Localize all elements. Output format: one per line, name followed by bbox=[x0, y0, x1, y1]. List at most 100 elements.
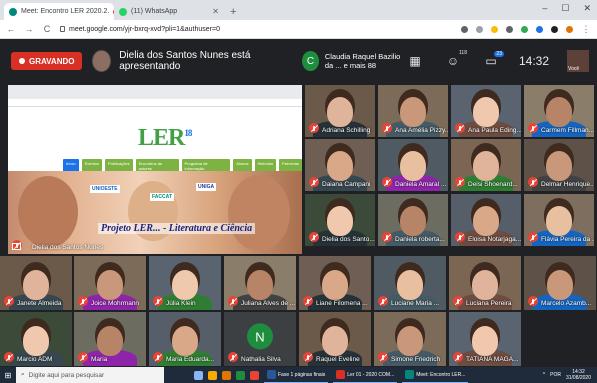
star-icon[interactable] bbox=[491, 25, 498, 33]
owner-avatar: C bbox=[302, 51, 319, 71]
participant-tile[interactable]: Deisi Shoenard... bbox=[451, 139, 521, 191]
extension-icon[interactable] bbox=[536, 25, 543, 33]
initial-avatar: N bbox=[247, 323, 273, 350]
camera-icon[interactable] bbox=[461, 25, 468, 33]
person-head bbox=[247, 270, 273, 300]
participant-name: Carmem Fillman... bbox=[541, 127, 594, 134]
tray-chevron-icon[interactable]: ^ bbox=[543, 372, 545, 378]
participant-tile[interactable]: Daniela roberta... bbox=[378, 194, 448, 246]
participant-tile[interactable]: Joice Mohrmann bbox=[74, 256, 146, 310]
participant-name: TATIANA MAGA... bbox=[466, 356, 519, 363]
new-tab-button[interactable]: + bbox=[230, 3, 236, 20]
mic-off-icon bbox=[4, 296, 14, 306]
screen-share-icon bbox=[12, 243, 21, 250]
participant-tile[interactable]: Eloisa Notarjaga... bbox=[451, 194, 521, 246]
participant-tile[interactable]: Luciane Maria ... bbox=[374, 256, 446, 310]
app-icon[interactable] bbox=[222, 370, 231, 380]
participant-tile[interactable]: Marcio ADM bbox=[0, 312, 72, 366]
participant-tile[interactable]: Ana Amélia Pizzy... bbox=[378, 85, 448, 137]
participant-tile[interactable]: Delmar Henrique... bbox=[524, 139, 594, 191]
file-explorer-icon[interactable] bbox=[208, 370, 217, 380]
window-controls: – ☐ ✕ bbox=[542, 3, 591, 14]
windows-start-icon[interactable]: ⊞ bbox=[0, 367, 16, 383]
participant-tile[interactable]: Maria bbox=[74, 312, 146, 366]
windows-taskbar: ⊞ ⌕ Digite aqui para pesquisar Fase 1 pá… bbox=[0, 367, 597, 383]
extension-icon[interactable] bbox=[521, 25, 528, 33]
mic-off-icon bbox=[153, 296, 163, 306]
participant-tile[interactable]: Juliana Alves de ... bbox=[224, 256, 296, 310]
chat-icon[interactable]: ▭ 23 bbox=[481, 51, 504, 71]
mic-off-icon bbox=[382, 123, 392, 133]
participant-tile[interactable]: Daiana Campani bbox=[305, 139, 375, 191]
participant-tile[interactable]: Dielia dos Santo... bbox=[305, 194, 375, 246]
task-view-icon[interactable] bbox=[194, 370, 203, 380]
participant-name: Marcio ADM bbox=[17, 356, 53, 363]
tab-whatsapp[interactable]: (11) WhatsApp ✕ bbox=[114, 3, 224, 20]
participant-tile[interactable]: Simone Friedrich bbox=[374, 312, 446, 366]
participant-tile[interactable]: Júlia Klein bbox=[149, 256, 221, 310]
reload-button[interactable]: C bbox=[42, 24, 52, 34]
participant-tile[interactable]: N Nathalia Silva bbox=[224, 312, 296, 366]
tab-label: (11) WhatsApp bbox=[131, 8, 178, 15]
forward-button[interactable]: → bbox=[24, 24, 34, 34]
url-field[interactable]: meet.google.com/yjr-bxrq-xvd?pli=1&authu… bbox=[60, 26, 220, 33]
extension-icon[interactable] bbox=[506, 25, 513, 33]
presentation-tile[interactable]: LER18 Início Eventos Publicações Encontr… bbox=[8, 85, 302, 254]
close-window-button[interactable]: ✕ bbox=[583, 3, 591, 14]
participant-tile[interactable]: Liane Filomena ... bbox=[299, 256, 371, 310]
participant-tile[interactable]: Luciana Pereira bbox=[449, 256, 521, 310]
mic-off-icon bbox=[382, 232, 392, 242]
zoom-icon[interactable] bbox=[476, 25, 483, 33]
extension-icon[interactable] bbox=[551, 25, 558, 33]
participant-tile[interactable]: Adriana Schilling bbox=[305, 85, 375, 137]
meet-top-bar: GRAVANDO Dielia dos Santos Nunes está ap… bbox=[0, 39, 597, 83]
menu-dots-icon[interactable]: ⋮ bbox=[581, 24, 591, 35]
participant-tile[interactable]: Marcelo Azamb... bbox=[524, 256, 596, 310]
taskbar-search[interactable]: ⌕ Digite aqui para pesquisar bbox=[16, 367, 164, 383]
self-view[interactable]: Você bbox=[567, 50, 590, 72]
meeting-clock: 14:32 bbox=[518, 54, 550, 68]
tab-label: Meet: Encontro LER 2020.2. bbox=[21, 8, 110, 15]
shared-browser-chrome bbox=[8, 85, 302, 99]
participant-tile[interactable]: Daniela Amaral ... bbox=[378, 139, 448, 191]
language-indicator[interactable]: POR bbox=[550, 372, 561, 378]
mic-off-icon bbox=[528, 177, 538, 187]
participant-name: Deisi Shoenard... bbox=[468, 181, 518, 188]
whatsapp-favicon-icon bbox=[119, 7, 127, 16]
person-head bbox=[547, 270, 573, 300]
partner-logo: UNIOESTE bbox=[90, 185, 120, 193]
participant-tile[interactable]: Carmem Fillman... bbox=[524, 85, 594, 137]
participants-icon[interactable]: ☺ 118 bbox=[443, 50, 467, 71]
participant-tile[interactable]: TATIANA MAGA... bbox=[449, 312, 521, 366]
person-head bbox=[172, 326, 198, 356]
tab-meet[interactable]: Meet: Encontro LER 2020.2. ✕ bbox=[4, 3, 114, 20]
person-head bbox=[322, 326, 348, 356]
taskbar-app-pdf[interactable]: Ler 01 - 2020 COM... bbox=[333, 367, 398, 383]
layout-grid-icon[interactable]: ▦ bbox=[405, 51, 425, 71]
maximize-button[interactable]: ☐ bbox=[561, 3, 569, 14]
chrome-icon[interactable] bbox=[250, 370, 259, 380]
participant-tile[interactable]: Raquel Eveline bbox=[299, 312, 371, 366]
taskbar-app-meet[interactable]: Meet: Encontro LER... bbox=[402, 367, 469, 383]
participant-tile[interactable]: Flávia Pereira da ... bbox=[524, 194, 594, 246]
profile-avatar[interactable] bbox=[566, 25, 573, 33]
mic-off-icon bbox=[228, 352, 238, 362]
ler-logo-text: LER bbox=[138, 125, 185, 151]
participant-name: Flávia Pereira da ... bbox=[541, 236, 594, 243]
app-icon[interactable] bbox=[236, 370, 245, 380]
close-tab-icon[interactable]: ✕ bbox=[212, 7, 219, 16]
mic-off-icon bbox=[309, 177, 319, 187]
taskbar-app-label: Fase 1 páginas finais bbox=[278, 371, 326, 378]
participant-name: Delmar Henrique... bbox=[541, 181, 594, 188]
participant-tile[interactable]: Ana Paula Eding... bbox=[451, 85, 521, 137]
recording-badge[interactable]: GRAVANDO bbox=[11, 52, 83, 70]
back-button[interactable]: ← bbox=[6, 24, 16, 34]
taskbar-app-word[interactable]: Fase 1 páginas finais bbox=[264, 367, 329, 383]
participant-tile[interactable]: Maria Eduarda... bbox=[149, 312, 221, 366]
minimize-button[interactable]: – bbox=[542, 3, 547, 14]
mic-off-icon bbox=[453, 352, 463, 362]
tray-clock[interactable]: 14:32 31/08/2020 bbox=[566, 369, 591, 381]
pdf-icon bbox=[336, 370, 346, 379]
person-head bbox=[400, 97, 426, 127]
participant-tile[interactable]: Janete Almeida bbox=[0, 256, 72, 310]
